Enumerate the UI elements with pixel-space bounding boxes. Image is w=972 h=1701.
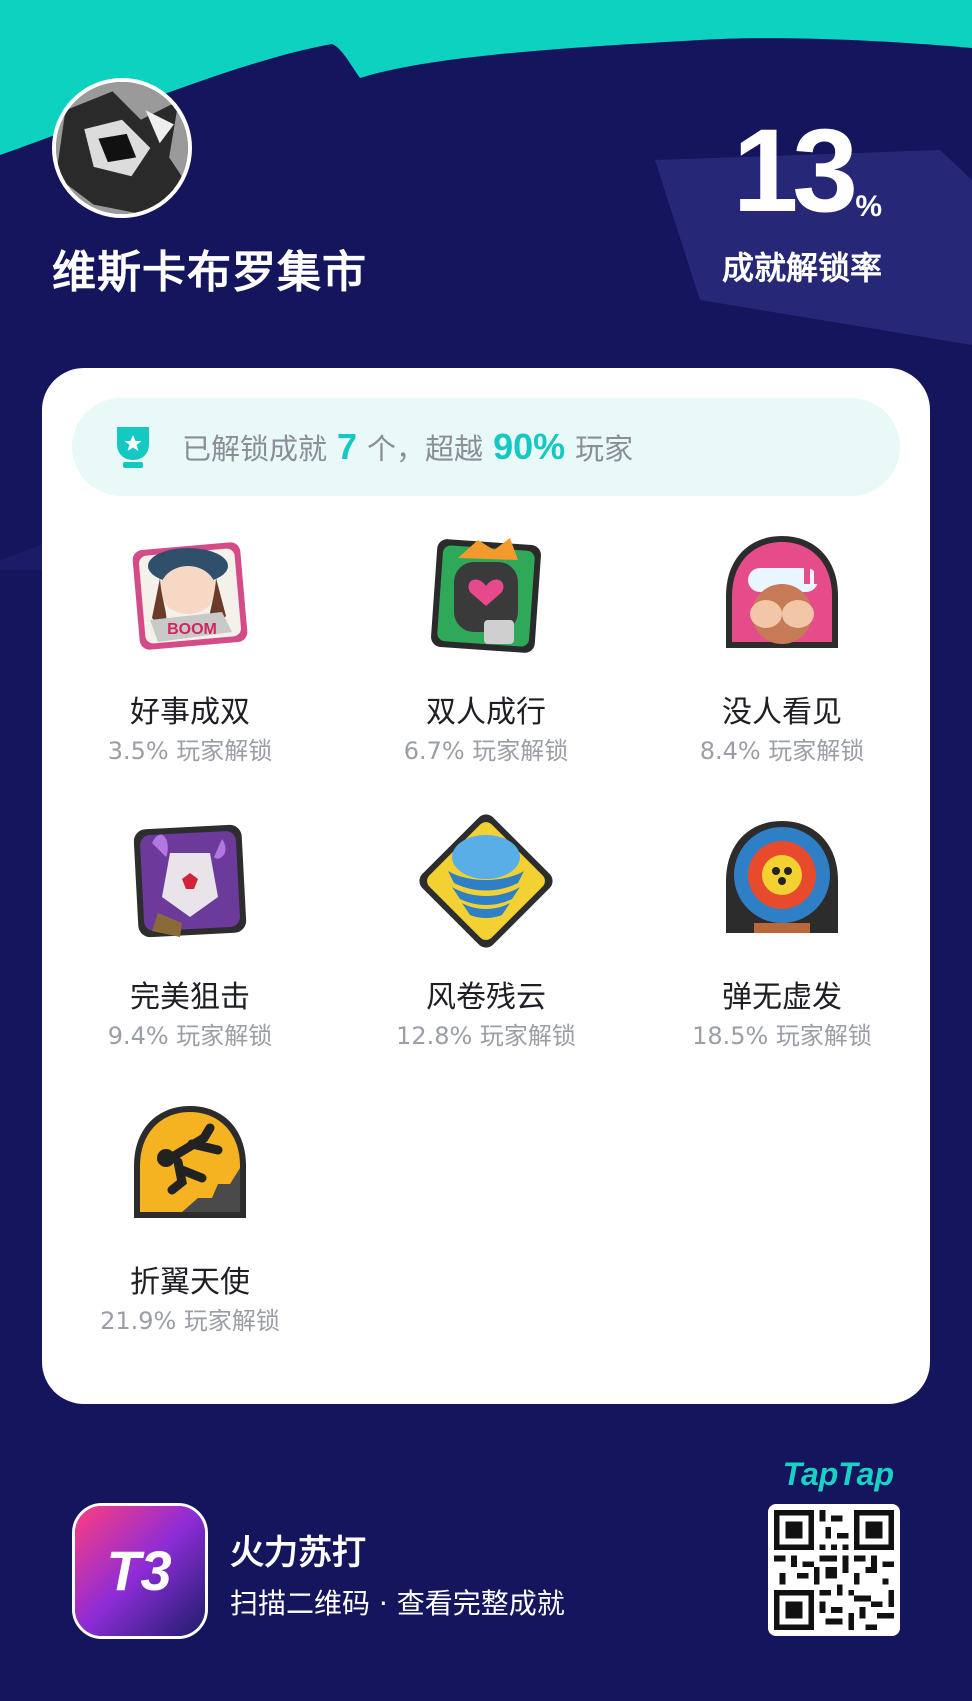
achievement-item[interactable]: 双人成行 6.7% 玩家解锁 xyxy=(338,528,634,766)
falling-person-badge-icon xyxy=(134,1106,246,1218)
user-name: 维斯卡布罗集市 xyxy=(52,247,367,298)
tornado-badge-icon xyxy=(419,814,553,948)
qr-code[interactable] xyxy=(768,1504,900,1636)
user-avatar[interactable] xyxy=(52,78,192,218)
achievement-percent: 18.5% 玩家解锁 xyxy=(692,1022,872,1050)
achievement-item[interactable]: 风卷残云 12.8% 玩家解锁 xyxy=(338,813,634,1051)
achievement-percent: 9.4% 玩家解锁 xyxy=(107,1022,273,1050)
achievement-name: 折翼天使 xyxy=(130,1265,250,1300)
game-title: 火力苏打 xyxy=(230,1533,366,1573)
summary-percent: 90% xyxy=(493,426,566,467)
summary-count: 7 xyxy=(337,426,358,467)
game-logo-text: T3 xyxy=(106,1539,171,1602)
summary-middle: 个，超越 xyxy=(367,432,484,466)
achievement-item[interactable]: 没人看见 8.4% 玩家解锁 xyxy=(634,528,930,766)
unlock-rate-value: 13 xyxy=(732,105,858,237)
unlock-rate-label: 成就解锁率 xyxy=(721,249,882,287)
target-badge-icon xyxy=(726,821,838,933)
achievement-name: 好事成双 xyxy=(130,695,250,730)
achievement-percent: 3.5% 玩家解锁 xyxy=(107,737,273,765)
achievement-name: 风卷残云 xyxy=(426,980,546,1015)
unlock-summary-banner: 已解锁成就 7 个，超越 90% 玩家 xyxy=(72,398,900,496)
soldier-heart-badge-icon xyxy=(431,538,541,653)
achievement-item[interactable]: BOOM 好事成双 3.5% 玩家解锁 xyxy=(42,528,338,766)
game-logo[interactable]: T3 xyxy=(72,1503,208,1639)
unlock-rate-unit: % xyxy=(855,190,882,223)
qr-code-icon xyxy=(774,1510,894,1630)
achievement-item[interactable]: 完美狙击 9.4% 玩家解锁 xyxy=(42,813,338,1051)
achievement-name: 双人成行 xyxy=(426,695,546,730)
cover-eyes-badge-icon xyxy=(726,536,838,648)
achievement-name: 完美狙击 xyxy=(130,980,250,1015)
achievement-name: 弹无虚发 xyxy=(722,980,842,1015)
achievement-percent: 6.7% 玩家解锁 xyxy=(403,737,569,765)
achievement-item[interactable]: 弹无虚发 18.5% 玩家解锁 xyxy=(634,813,930,1051)
taptap-logo: TapTap xyxy=(782,1456,894,1492)
game-logo-icon: T3 xyxy=(75,1506,205,1636)
achievement-percent: 12.8% 玩家解锁 xyxy=(396,1022,576,1050)
achievements-card: 已解锁成就 7 个，超越 90% 玩家 BOOM 好事成双 3.5% 玩家解锁 … xyxy=(42,368,930,1404)
avatar-image xyxy=(56,82,188,214)
svg-text:BOOM: BOOM xyxy=(167,621,217,638)
achievement-share-page: 维斯卡布罗集市 13 % 成就解锁率 已解锁成就 7 个，超越 90% 玩家 B… xyxy=(0,0,972,1701)
achievement-item[interactable]: 折翼天使 21.9% 玩家解锁 xyxy=(42,1098,338,1336)
achievement-percent: 8.4% 玩家解锁 xyxy=(699,737,865,765)
girl-boom-badge-icon: BOOM xyxy=(132,542,248,650)
achievement-name: 没人看见 xyxy=(722,695,842,730)
achievement-percent: 21.9% 玩家解锁 xyxy=(100,1307,280,1335)
game-subtitle: 扫描二维码 · 查看完整成就 xyxy=(230,1587,565,1620)
masked-sniper-badge-icon xyxy=(133,824,247,938)
trophy-icon xyxy=(117,427,149,468)
summary-suffix: 玩家 xyxy=(575,432,634,466)
summary-prefix: 已解锁成就 xyxy=(182,432,328,466)
